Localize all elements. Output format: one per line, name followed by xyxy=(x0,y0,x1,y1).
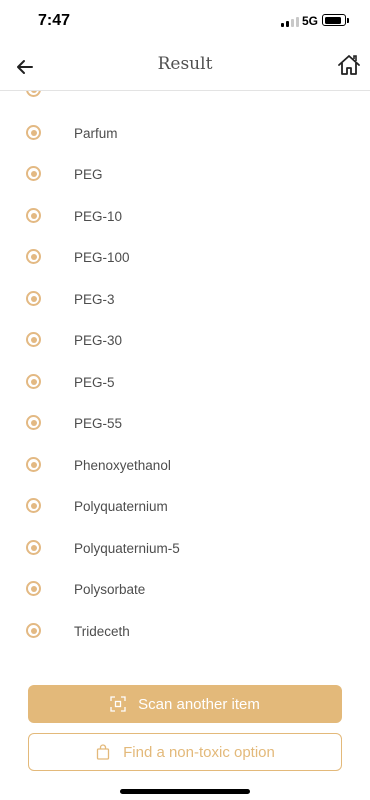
radio-selected-icon xyxy=(26,498,41,513)
ingredient-label: Parfum xyxy=(74,126,118,141)
ingredient-label: Trideceth xyxy=(74,624,130,639)
list-item[interactable]: PEG-100 xyxy=(0,236,370,277)
radio-selected-icon xyxy=(26,249,41,264)
list-item[interactable] xyxy=(0,91,370,110)
list-item[interactable]: Trideceth xyxy=(0,610,370,651)
ingredient-label: Polysorbate xyxy=(74,582,146,597)
radio-selected-icon xyxy=(26,623,41,638)
ingredient-label: PEG-10 xyxy=(74,209,123,224)
ingredient-label: PEG-30 xyxy=(74,333,123,348)
ingredient-label: PEG-5 xyxy=(74,375,115,390)
radio-selected-icon xyxy=(26,208,41,223)
radio-selected-icon xyxy=(26,332,41,347)
radio-selected-icon xyxy=(26,125,41,140)
ingredient-label: Phenoxyethanol xyxy=(74,458,171,473)
find-non-toxic-button[interactable]: Find a non-toxic option xyxy=(28,733,342,771)
battery-tip xyxy=(347,18,349,23)
radio-selected-icon xyxy=(26,581,41,596)
radio-selected-icon xyxy=(26,91,41,97)
ingredient-label: Polyquaternium-5 xyxy=(74,541,180,556)
list-item[interactable]: Parfum xyxy=(0,112,370,153)
list-item[interactable]: PEG-30 xyxy=(0,319,370,360)
status-time: 7:47 xyxy=(38,12,71,29)
status-bar: 7:47 5G xyxy=(0,0,370,44)
radio-selected-icon xyxy=(26,374,41,389)
list-item[interactable]: Polysorbate xyxy=(0,568,370,609)
scan-another-label: Scan another item xyxy=(138,695,260,713)
home-button[interactable] xyxy=(336,52,362,78)
list-item[interactable]: Polyquaternium xyxy=(0,485,370,526)
list-item[interactable]: PEG-3 xyxy=(0,278,370,319)
battery-icon xyxy=(322,14,346,26)
header: Result xyxy=(0,44,370,91)
ingredient-label: PEG-100 xyxy=(74,250,130,265)
radio-selected-icon xyxy=(26,415,41,430)
scan-icon xyxy=(110,696,126,712)
network-type: 5G xyxy=(302,14,319,28)
radio-selected-icon xyxy=(26,291,41,306)
home-icon xyxy=(338,55,360,75)
signal-icon xyxy=(281,16,299,27)
home-indicator xyxy=(120,789,250,794)
list-item[interactable]: PEG-5 xyxy=(0,361,370,402)
list-item[interactable]: PEG xyxy=(0,153,370,194)
radio-selected-icon xyxy=(26,166,41,181)
ingredient-label: Polyquaternium xyxy=(74,499,168,514)
list-item[interactable]: Polyquaternium-5 xyxy=(0,527,370,568)
page-title: Result xyxy=(157,54,213,74)
radio-selected-icon xyxy=(26,457,41,472)
shopping-bag-icon xyxy=(96,744,110,760)
scan-another-button[interactable]: Scan another item xyxy=(28,685,342,723)
ingredient-list[interactable]: Parfum PEG PEG-10 PEG-100 PEG-3 PEG-30 P… xyxy=(0,91,370,657)
list-item[interactable]: Phenoxyethanol xyxy=(0,444,370,485)
ingredient-label: PEG xyxy=(74,167,103,182)
radio-selected-icon xyxy=(26,540,41,555)
list-item[interactable]: PEG-10 xyxy=(0,195,370,236)
ingredient-label: PEG-3 xyxy=(74,292,115,307)
ingredient-label: PEG-55 xyxy=(74,416,123,431)
find-non-toxic-label: Find a non-toxic option xyxy=(123,743,275,761)
list-item[interactable]: PEG-55 xyxy=(0,402,370,443)
